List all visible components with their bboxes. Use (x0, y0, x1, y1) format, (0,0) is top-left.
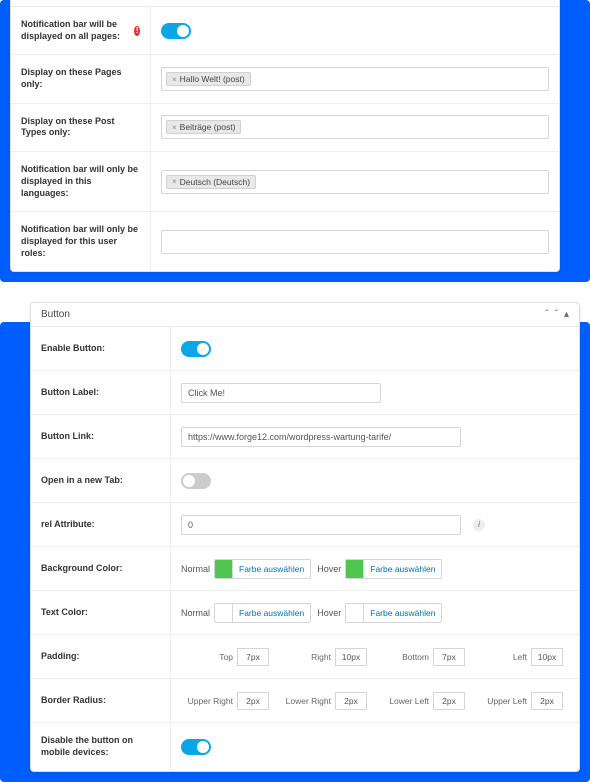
tag-remove-icon[interactable]: × (172, 177, 177, 186)
row-new-tab: Open in a new Tab: (31, 459, 579, 503)
input-rel[interactable] (181, 515, 461, 535)
bg-normal-picker[interactable]: Farbe auswählen (214, 559, 311, 579)
bg-normal-label: Normal (181, 564, 210, 574)
input-padding-right[interactable] (335, 648, 367, 666)
input-radius-ur[interactable] (237, 692, 269, 710)
color-swatch-icon (346, 560, 364, 578)
row-pages-only: Display on these Pages only: × Hallo Wel… (11, 55, 559, 103)
row-button-link: Button Link: (31, 415, 579, 459)
bg-hover-picker[interactable]: Farbe auswählen (345, 559, 442, 579)
input-radius-ul[interactable] (531, 692, 563, 710)
toggle-disable-mobile[interactable] (181, 739, 211, 755)
tag-languages[interactable]: × Deutsch (Deutsch) (166, 175, 256, 189)
input-padding-bottom[interactable] (433, 648, 465, 666)
label-all-pages: Notification bar will be displayed on al… (11, 7, 151, 54)
label-roles: Notification bar will only be displayed … (11, 212, 151, 271)
text-normal-picker[interactable]: Farbe auswählen (214, 603, 311, 623)
text-hover-picker[interactable]: Farbe auswählen (345, 603, 442, 623)
color-swatch-icon (215, 560, 233, 578)
row-bg-color: Background Color: Normal Farbe auswählen… (31, 547, 579, 591)
collapse-up-icon[interactable]: ˆ (545, 310, 548, 320)
color-swatch-icon (215, 604, 233, 622)
row-button-label: Button Label: (31, 371, 579, 415)
tag-post-types[interactable]: × Beiträge (post) (166, 120, 241, 134)
input-languages[interactable]: × Deutsch (Deutsch) (161, 170, 549, 194)
label-disable-mobile: Disable the button on mobile devices: (31, 723, 171, 770)
label-radius: Border Radius: (31, 679, 171, 722)
input-post-types[interactable]: × Beiträge (post) (161, 115, 549, 139)
input-button-label[interactable] (181, 383, 381, 403)
label-button-link: Button Link: (31, 415, 171, 458)
label-enable-button: Enable Button: (31, 327, 171, 370)
tag-pages-only[interactable]: × Hallo Welt! (post) (166, 72, 251, 86)
button-frame: Button ˆ ˇ ▴ Enable Button: Button Label… (0, 322, 590, 781)
toggle-all-pages[interactable] (161, 23, 191, 39)
toggle-new-tab[interactable] (181, 473, 211, 489)
panel-header: Button ˆ ˇ ▴ (31, 303, 579, 327)
label-button-label: Button Label: (31, 371, 171, 414)
info-icon[interactable]: i (473, 519, 485, 531)
row-radius: Border Radius: Upper Right Lower Right L… (31, 679, 579, 723)
row-disable-mobile: Disable the button on mobile devices: (31, 723, 579, 770)
visibility-frame: Visibility ˆ ˇ ▴ Notification bar will b… (0, 0, 590, 282)
row-languages: Notification bar will only be displayed … (11, 152, 559, 212)
input-radius-lr[interactable] (335, 692, 367, 710)
toggle-enable-button[interactable] (181, 341, 211, 357)
tag-remove-icon[interactable]: × (172, 75, 177, 84)
panel-title: Button (41, 309, 70, 320)
input-roles[interactable] (161, 230, 549, 254)
row-post-types: Display on these Post Types only: × Beit… (11, 104, 559, 152)
row-all-pages: Notification bar will be displayed on al… (11, 7, 559, 55)
drag-icon[interactable]: ▴ (564, 310, 569, 320)
label-post-types: Display on these Post Types only: (11, 104, 151, 151)
input-radius-ll[interactable] (433, 692, 465, 710)
row-enable-button: Enable Button: (31, 327, 579, 371)
tag-remove-icon[interactable]: × (172, 123, 177, 132)
row-rel: rel Attribute: i (31, 503, 579, 547)
input-button-link[interactable] (181, 427, 461, 447)
row-text-color: Text Color: Normal Farbe auswählen Hover… (31, 591, 579, 635)
input-padding-left[interactable] (531, 648, 563, 666)
visibility-panel: Visibility ˆ ˇ ▴ Notification bar will b… (10, 0, 560, 272)
color-swatch-icon (346, 604, 364, 622)
label-bg-color: Background Color: (31, 547, 171, 590)
bg-hover-label: Hover (317, 564, 341, 574)
text-hover-label: Hover (317, 608, 341, 618)
label-text-color: Text Color: (31, 591, 171, 634)
text-normal-label: Normal (181, 608, 210, 618)
warning-icon[interactable]: ! (134, 26, 140, 36)
row-roles: Notification bar will only be displayed … (11, 212, 559, 271)
input-padding-top[interactable] (237, 648, 269, 666)
input-pages-only[interactable]: × Hallo Welt! (post) (161, 67, 549, 91)
panel-header: Visibility ˆ ˇ ▴ (11, 0, 559, 7)
label-padding: Padding: (31, 635, 171, 678)
panel-header-controls: ˆ ˇ ▴ (545, 310, 569, 320)
label-pages-only: Display on these Pages only: (11, 55, 151, 102)
label-rel: rel Attribute: (31, 503, 171, 546)
collapse-down-icon[interactable]: ˇ (555, 310, 558, 320)
button-panel: Button ˆ ˇ ▴ Enable Button: Button Label… (30, 302, 580, 771)
label-new-tab: Open in a new Tab: (31, 459, 171, 502)
label-languages: Notification bar will only be displayed … (11, 152, 151, 211)
row-padding: Padding: Top Right Bottom Left (31, 635, 579, 679)
